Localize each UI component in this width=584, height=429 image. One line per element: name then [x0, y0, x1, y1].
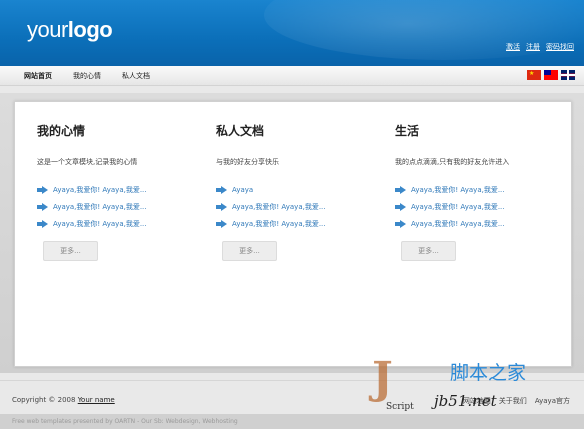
- list-item: Ayaya,我爱你! Ayaya,我爱...: [395, 215, 505, 232]
- china-flag-icon[interactable]: [527, 70, 541, 80]
- main-nav: 网站首页 我的心情 私人文档: [0, 66, 584, 86]
- language-flags: [527, 70, 575, 80]
- column-description: 与我的好友分享快乐: [216, 158, 279, 166]
- register-link[interactable]: 注册: [526, 42, 540, 52]
- article-link[interactable]: Ayaya,我爱你! Ayaya,我爱...: [53, 202, 147, 212]
- site-header: yourlogo 激活 注册 密码找回: [0, 0, 584, 66]
- article-link[interactable]: Ayaya,我爱你! Ayaya,我爱...: [53, 185, 147, 195]
- arrow-right-icon: [216, 185, 227, 194]
- list-item: Ayaya,我爱你! Ayaya,我爱...: [395, 198, 505, 215]
- logo-text-light: your: [27, 17, 68, 42]
- column-title: 私人文档: [216, 124, 265, 138]
- column-links: Ayaya,我爱你! Ayaya,我爱... Ayaya,我爱你! Ayaya,…: [395, 181, 505, 232]
- content-panel: 我的心情 这是一个文章模块,记录我的心情 Ayaya,我爱你! Ayaya,我爱…: [14, 101, 572, 367]
- uk-flag-icon[interactable]: [561, 70, 575, 80]
- template-credits: Free web templates presented by OARTN - …: [12, 418, 238, 425]
- account-links: 激活 注册 密码找回: [506, 42, 574, 52]
- list-item: Ayaya,我爱你! Ayaya,我爱...: [216, 198, 326, 215]
- article-link[interactable]: Ayaya: [232, 186, 253, 194]
- copyright: Copyright © 2008 Your name: [12, 396, 115, 404]
- activate-link[interactable]: 激活: [506, 42, 520, 52]
- arrow-right-icon: [395, 185, 406, 194]
- list-item: Ayaya: [216, 181, 326, 198]
- arrow-right-icon: [216, 219, 227, 228]
- logo-text-bold: logo: [67, 17, 113, 42]
- password-recovery-link[interactable]: 密码找回: [546, 42, 574, 52]
- list-item: Ayaya,我爱你! Ayaya,我爱...: [37, 198, 147, 215]
- arrow-right-icon: [37, 185, 48, 194]
- watermark-title: 脚本之家: [450, 362, 527, 384]
- article-link[interactable]: Ayaya,我爱你! Ayaya,我爱...: [411, 202, 505, 212]
- nav-item-home[interactable]: 网站首页: [24, 71, 52, 81]
- column-title: 我的心情: [37, 124, 86, 138]
- column-links: Ayaya Ayaya,我爱你! Ayaya,我爱... Ayaya,我爱你! …: [216, 181, 326, 232]
- jb51-watermark-logo: J Script 脚本之家 jb51.net: [372, 354, 582, 420]
- watermark-script-text: Script: [386, 402, 414, 412]
- nav-item-private-docs[interactable]: 私人文档: [122, 71, 150, 81]
- copyright-owner-link[interactable]: Your name: [78, 396, 115, 404]
- arrow-right-icon: [395, 202, 406, 211]
- list-item: Ayaya,我爱你! Ayaya,我爱...: [37, 215, 147, 232]
- list-item: Ayaya,我爱你! Ayaya,我爱...: [216, 215, 326, 232]
- arrow-right-icon: [37, 202, 48, 211]
- copyright-text: Copyright © 2008: [12, 396, 76, 404]
- column-links: Ayaya,我爱你! Ayaya,我爱... Ayaya,我爱你! Ayaya,…: [37, 181, 147, 232]
- watermark-j-mark: J: [372, 353, 393, 404]
- list-item: Ayaya,我爱你! Ayaya,我爱...: [37, 181, 147, 198]
- more-button[interactable]: 更多...: [401, 241, 456, 261]
- column-description: 这是一个文章模块,记录我的心情: [37, 158, 138, 166]
- column-description: 我的点点滴滴,只有我的好友允许进入: [395, 158, 510, 166]
- more-button[interactable]: 更多...: [222, 241, 277, 261]
- more-button[interactable]: 更多...: [43, 241, 98, 261]
- taiwan-flag-icon[interactable]: [544, 70, 558, 80]
- arrow-right-icon: [37, 219, 48, 228]
- arrow-right-icon: [216, 202, 227, 211]
- article-link[interactable]: Ayaya,我爱你! Ayaya,我爱...: [232, 202, 326, 212]
- arrow-right-icon: [395, 219, 406, 228]
- article-link[interactable]: Ayaya,我爱你! Ayaya,我爱...: [411, 185, 505, 195]
- column-title: 生活: [395, 124, 420, 138]
- article-link[interactable]: Ayaya,我爱你! Ayaya,我爱...: [411, 219, 505, 229]
- site-logo[interactable]: yourlogo: [27, 17, 113, 43]
- article-link[interactable]: Ayaya,我爱你! Ayaya,我爱...: [53, 219, 147, 229]
- watermark-url: jb51.net: [434, 392, 497, 410]
- list-item: Ayaya,我爱你! Ayaya,我爱...: [395, 181, 505, 198]
- nav-item-my-mood[interactable]: 我的心情: [73, 71, 101, 81]
- article-link[interactable]: Ayaya,我爱你! Ayaya,我爱...: [232, 219, 326, 229]
